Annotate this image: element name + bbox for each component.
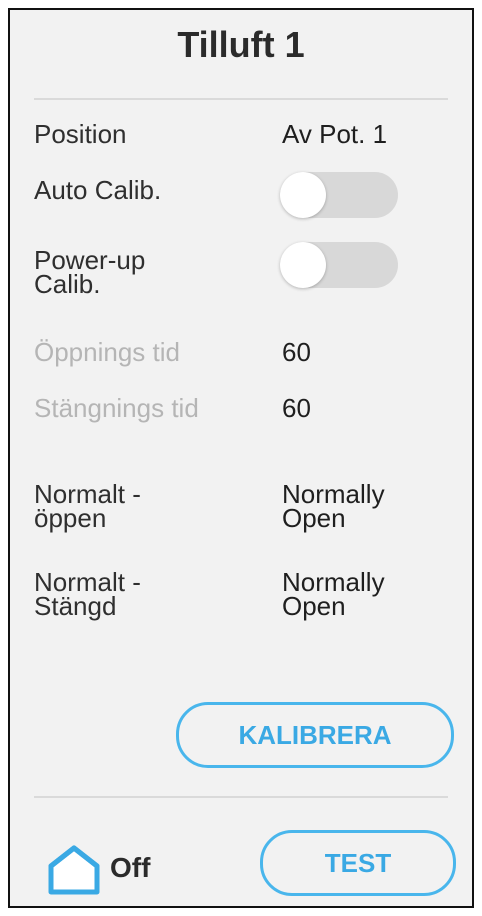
valve-settings-panel: Tilluft 1 Position Av Pot. 1 Auto Calib.…: [8, 8, 474, 908]
calibrate-button[interactable]: KALIBRERA: [176, 702, 454, 768]
test-button[interactable]: TEST: [260, 830, 456, 896]
auto-calib-toggle[interactable]: [280, 172, 398, 218]
toggle-knob: [280, 242, 326, 288]
normally-closed-value[interactable]: Normally Open: [282, 569, 432, 619]
opening-time-label: Öppnings tid: [34, 337, 180, 367]
footer-divider: [34, 796, 448, 798]
page-title: Tilluft 1: [177, 24, 305, 65]
position-label: Position: [34, 119, 127, 149]
toggle-knob: [280, 172, 326, 218]
closing-time-value[interactable]: 60: [282, 395, 462, 421]
home-icon: [48, 845, 100, 895]
normally-open-label: Normalt - öppen: [34, 479, 141, 533]
status-label: Off: [110, 852, 151, 883]
header-divider: [34, 98, 448, 100]
opening-time-value[interactable]: 60: [282, 339, 462, 365]
closing-time-label: Stängnings tid: [34, 393, 199, 423]
power-up-calib-toggle[interactable]: [280, 242, 398, 288]
normally-open-value[interactable]: Normally Open: [282, 481, 432, 531]
power-up-calib-label: Power-up Calib.: [34, 245, 146, 299]
position-value[interactable]: Av Pot. 1: [282, 121, 462, 147]
normally-closed-label: Normalt - Stängd: [34, 567, 141, 621]
auto-calib-label: Auto Calib.: [34, 175, 162, 205]
